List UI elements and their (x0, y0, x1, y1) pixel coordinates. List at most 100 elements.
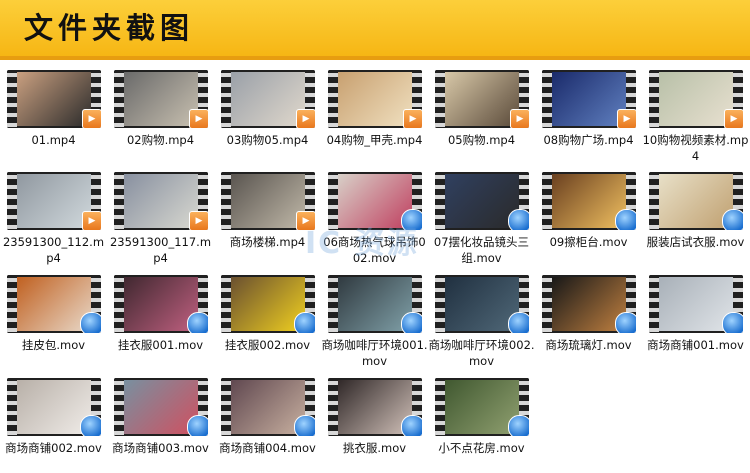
video-thumbnail-clothes (221, 275, 315, 333)
mp4-play-icon: ▶ (189, 109, 208, 128)
file-name: 05购物.mp4 (447, 133, 516, 147)
file-name: 挂皮包.mov (21, 338, 86, 352)
film-strip-left (7, 378, 17, 436)
film-strip-left (435, 70, 445, 128)
thumbnail-image (17, 72, 91, 126)
file-name: 商场商铺001.mov (647, 338, 744, 352)
video-thumbnail-mall: ▶ (328, 70, 422, 128)
file-name: 23591300_112.mp4 (2, 235, 105, 265)
file-name: 04购物_甲壳.mp4 (326, 133, 423, 147)
film-strip-left (221, 70, 231, 128)
video-thumbnail-shop (7, 378, 101, 436)
file-name: 01.mp4 (31, 133, 76, 147)
file-name: 23591300_117.mp4 (109, 235, 212, 265)
file-name: 商场咖啡厅环境002.mov (428, 338, 535, 368)
quicktime-icon (187, 312, 208, 333)
quicktime-icon (294, 312, 315, 333)
quicktime-icon (722, 209, 743, 230)
film-strip-left (114, 70, 124, 128)
quicktime-icon (187, 415, 208, 436)
video-thumbnail-shopping: ▶ (435, 70, 529, 128)
thumbnail-image (445, 72, 519, 126)
mp4-play-icon: ▶ (403, 109, 422, 128)
file-name: 小不点花房.mov (438, 441, 525, 455)
film-strip-left (7, 275, 17, 333)
video-thumbnail-shopping: ▶ (114, 70, 208, 128)
quicktime-icon (615, 312, 636, 333)
file-name: 商场咖啡厅环境001.mov (321, 338, 428, 368)
mp4-play-icon: ▶ (189, 211, 208, 230)
film-strip-left (542, 275, 552, 333)
film-strip-left (328, 70, 338, 128)
thumbnail-image (231, 174, 305, 228)
video-thumbnail-mango-store: ▶ (7, 70, 101, 128)
video-thumbnail-cafe (435, 275, 529, 333)
film-strip-left (114, 275, 124, 333)
file-name: 商场商铺004.mov (219, 441, 316, 455)
video-thumbnail-stairs: ▶ (221, 172, 315, 230)
film-strip-left (328, 378, 338, 436)
title-banner-underline (0, 56, 750, 60)
file-name: 09擦柜台.mov (549, 235, 628, 249)
video-thumbnail-shop (221, 378, 315, 436)
video-thumbnail-atrium: ▶ (7, 172, 101, 230)
film-strip-left (649, 70, 659, 128)
file-name: 服装店试衣服.mov (646, 235, 745, 249)
film-strip-left (328, 275, 338, 333)
video-thumbnail-counter (542, 172, 636, 230)
quicktime-icon (401, 312, 422, 333)
film-strip-left (435, 172, 445, 230)
video-thumbnail-handbag (7, 275, 101, 333)
film-strip-left (221, 275, 231, 333)
film-strip-left (7, 70, 17, 128)
video-thumbnail-clothing (649, 172, 743, 230)
quicktime-icon (80, 415, 101, 436)
film-strip-left (114, 378, 124, 436)
quicktime-icon (80, 312, 101, 333)
title-banner: 文件夹截图 (0, 0, 750, 56)
file-name: 商场琉璃灯.mov (545, 338, 632, 352)
file-name: 挂衣服002.mov (224, 338, 311, 352)
video-thumbnail-cafe (328, 275, 422, 333)
file-name: 07摆化妆品镜头三组.mov (433, 235, 530, 265)
thumbnail-image (659, 72, 733, 126)
thumbnail-image (17, 174, 91, 228)
video-thumbnail-shopping: ▶ (221, 70, 315, 128)
video-thumbnail-clothes (114, 275, 208, 333)
video-thumbnail-mall: ▶ (649, 70, 743, 128)
film-strip-left (435, 378, 445, 436)
file-name: 03购物05.mp4 (226, 133, 309, 147)
quicktime-icon (294, 415, 315, 436)
mp4-play-icon: ▶ (82, 211, 101, 230)
video-thumbnail-cosmetics (435, 172, 529, 230)
mp4-play-icon: ▶ (82, 109, 101, 128)
thumbnail-image (338, 72, 412, 126)
film-strip-left (7, 172, 17, 230)
film-strip-left (435, 275, 445, 333)
video-thumbnail-flowers (435, 378, 529, 436)
video-thumbnail-atrium: ▶ (114, 172, 208, 230)
file-name: 02购物.mp4 (126, 133, 195, 147)
quicktime-icon (508, 415, 529, 436)
video-thumbnail-shop (649, 275, 743, 333)
video-thumbnail-lamp (542, 275, 636, 333)
quicktime-icon (401, 415, 422, 436)
file-name: 挂衣服001.mov (117, 338, 204, 352)
film-strip-left (542, 70, 552, 128)
film-strip-left (649, 275, 659, 333)
thumbnail-image (552, 72, 626, 126)
film-strip-left (221, 378, 231, 436)
quicktime-icon (615, 209, 636, 230)
file-name: 商场商铺002.mov (5, 441, 102, 455)
mp4-play-icon: ▶ (724, 109, 743, 128)
video-thumbnail-clothes (328, 378, 422, 436)
file-name: 10购物视频素材.mp4 (642, 133, 749, 163)
film-strip-left (649, 172, 659, 230)
file-grid: ▶ 01.mp4 ▶ 02购物.mp4 ▶ 03购物05.mp4 ▶ 04购物_甲壳.mp4 ▶… (0, 70, 750, 473)
mp4-play-icon: ▶ (510, 109, 529, 128)
thumbnail-image (124, 174, 198, 228)
page-title: 文件夹截图 (24, 11, 195, 45)
watermark: IC 资源 (305, 226, 419, 261)
video-thumbnail-shop (114, 378, 208, 436)
file-name: 挑衣服.mov (342, 441, 407, 455)
